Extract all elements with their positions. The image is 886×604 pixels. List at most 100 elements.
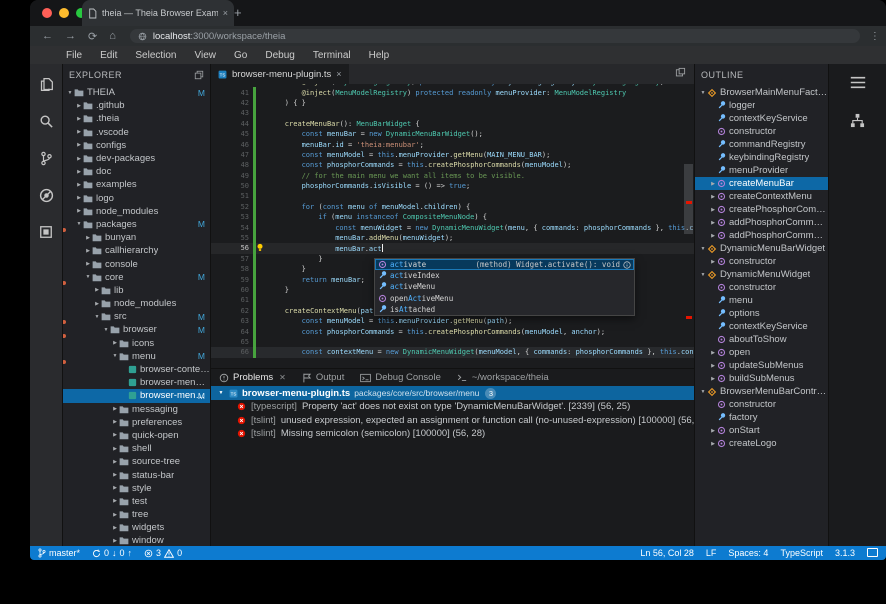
tree-item-console[interactable]: ▶console xyxy=(63,257,210,270)
tree-item-browser-menu-plugin.ts[interactable]: browser-menu-plugin.tsM xyxy=(63,389,210,402)
menu-go[interactable]: Go xyxy=(234,50,247,61)
tree-item-.github[interactable]: ▶.github xyxy=(63,99,210,112)
code-line-48[interactable]: 48const phosphorCommands = this.createPh… xyxy=(211,160,694,170)
menu-terminal[interactable]: Terminal xyxy=(313,50,351,61)
code-editor[interactable]: 40@inject(KeybindingRegistry) protected … xyxy=(211,84,694,368)
outline-item-menu[interactable]: menu xyxy=(695,294,828,307)
outline-item-updatesubmenus[interactable]: ▶updateSubMenus xyxy=(695,359,828,372)
code-line-53[interactable]: 53if (menu instanceof CompositeMenuNode)… xyxy=(211,212,694,222)
home-icon[interactable]: ⌂ xyxy=(109,30,116,42)
code-line-51[interactable]: 51 xyxy=(211,191,694,201)
suggest-item-activate[interactable]: activate(method) Widget.activate(): void xyxy=(375,259,634,270)
outline-item-browsermenubarcontrib-[interactable]: ▼BrowserMenuBarContrib... xyxy=(695,385,828,398)
code-line-56[interactable]: 56menuBar.act xyxy=(211,243,694,253)
outline-item-dynamicmenuwidget[interactable]: ▼DynamicMenuWidget xyxy=(695,268,828,281)
cursor-position[interactable]: Ln 56, Col 28 xyxy=(640,548,694,558)
class-hierarchy-icon[interactable] xyxy=(850,113,865,128)
split-editor-icon[interactable] xyxy=(675,67,686,78)
outline-item-menuprovider[interactable]: menuProvider xyxy=(695,164,828,177)
panel-tab-debug-console[interactable]: Debug Console xyxy=(360,372,441,383)
outline-item-addphosphorcommand[interactable]: ▶addPhosphorCommand xyxy=(695,229,828,242)
outline-item-commandregistry[interactable]: commandRegistry xyxy=(695,138,828,151)
problems-file-group[interactable]: ▼ TS browser-menu-plugin.ts packages/cor… xyxy=(211,386,694,400)
browser-tab[interactable]: theia — Theia Browser Example × xyxy=(82,0,234,26)
tree-item-callhierarchy[interactable]: ▶callhierarchy xyxy=(63,244,210,257)
outline-item-constructor[interactable]: ▶constructor xyxy=(695,255,828,268)
editor-scrollbar[interactable] xyxy=(684,84,693,368)
outline-item-abouttoshow[interactable]: aboutToShow xyxy=(695,333,828,346)
tree-item-browser-context-menu-r...[interactable]: browser-context-menu-r... xyxy=(63,363,210,376)
code-line-47[interactable]: 47const menuModel = this.menuProvider.ge… xyxy=(211,150,694,160)
tree-item-node-modules[interactable]: ▶node_modules xyxy=(63,205,210,218)
code-line-64[interactable]: 64const phosphorCommands = this.createPh… xyxy=(211,326,694,336)
tree-item-examples[interactable]: ▶examples xyxy=(63,178,210,191)
suggest-item-activemenu[interactable]: activeMenu xyxy=(375,281,634,292)
activity-source-control-button[interactable] xyxy=(36,148,56,168)
outline-item-contextkeyservice[interactable]: contextKeyService xyxy=(695,320,828,333)
outline-item-onstart[interactable]: ▶onStart xyxy=(695,424,828,437)
outline-item-createmenubar[interactable]: ▶createMenuBar xyxy=(695,177,828,190)
code-line-50[interactable]: 50phosphorCommands.isVisible = () => tru… xyxy=(211,181,694,191)
tree-item-theia[interactable]: ▼THEIAM xyxy=(63,86,210,99)
tree-item-quick-open[interactable]: ▶quick-open xyxy=(63,429,210,442)
scrollbar-thumb[interactable] xyxy=(684,164,693,234)
tree-item-test[interactable]: ▶test xyxy=(63,495,210,508)
tree-item-core[interactable]: ▼coreM xyxy=(63,271,210,284)
code-line-46[interactable]: 46menuBar.id = 'theia:menubar'; xyxy=(211,139,694,149)
code-line-55[interactable]: 55menuBar.addMenu(menuWidget); xyxy=(211,233,694,243)
outline-item-options[interactable]: options xyxy=(695,307,828,320)
outline-item-keybindingregistry[interactable]: keybindingRegistry xyxy=(695,151,828,164)
outline-item-open[interactable]: ▶open xyxy=(695,346,828,359)
minimize-window-button[interactable] xyxy=(59,8,69,18)
panel-tab-problems[interactable]: Problems✕ xyxy=(219,372,286,383)
outline-item-browsermainmenufactory[interactable]: ▼BrowserMainMenuFactory xyxy=(695,86,828,99)
url-bar[interactable]: localhost:3000/workspace/theia xyxy=(130,29,860,43)
activity-extensions-button[interactable] xyxy=(36,222,56,242)
typescript-version[interactable]: 3.1.3 xyxy=(835,548,855,558)
language-mode[interactable]: TypeScript xyxy=(780,548,823,558)
tree-item-.vscode[interactable]: ▶.vscode xyxy=(63,126,210,139)
back-icon[interactable]: ← xyxy=(42,30,53,42)
expand-arrow-icon[interactable]: ▼ xyxy=(217,390,225,396)
editor-tab[interactable]: TS browser-menu-plugin.ts × xyxy=(211,64,349,84)
panel-tab-output[interactable]: Output xyxy=(302,372,345,383)
code-line-42[interactable]: 42) { } xyxy=(211,98,694,108)
menu-help[interactable]: Help xyxy=(369,50,390,61)
tree-item-lib[interactable]: ▶lib xyxy=(63,284,210,297)
outline-item-createphosphorcomma-[interactable]: ▶createPhosphorComma... xyxy=(695,203,828,216)
outline-item-constructor[interactable]: constructor xyxy=(695,398,828,411)
tree-item-widgets[interactable]: ▶widgets xyxy=(63,521,210,534)
tree-item-node-modules[interactable]: ▶node_modules xyxy=(63,297,210,310)
tree-item-style[interactable]: ▶style xyxy=(63,482,210,495)
outline-item-factory[interactable]: factory xyxy=(695,411,828,424)
indentation-indicator[interactable]: Spaces: 4 xyxy=(728,548,768,558)
git-sync-status[interactable]: 0↓ 0↑ xyxy=(92,548,132,558)
tree-item-dev-packages[interactable]: ▶dev-packages xyxy=(63,152,210,165)
tree-item-logo[interactable]: ▶logo xyxy=(63,192,210,205)
tree-item-bunyan[interactable]: ▶bunyan xyxy=(63,231,210,244)
outline-view-icon[interactable] xyxy=(850,76,866,89)
code-line-63[interactable]: 63const menuModel = this.menuProvider.ge… xyxy=(211,316,694,326)
tree-item-shell[interactable]: ▶shell xyxy=(63,442,210,455)
feedback-icon[interactable] xyxy=(867,548,878,559)
code-line-45[interactable]: 45const menuBar = new DynamicMenuBarWidg… xyxy=(211,129,694,139)
outline-item-logger[interactable]: logger xyxy=(695,99,828,112)
problem-row[interactable]: [tslint]Missing semicolon (semicolon) [1… xyxy=(211,427,694,441)
tree-item-.theia[interactable]: ▶.theia xyxy=(63,112,210,125)
tree-item-messaging[interactable]: ▶messaging xyxy=(63,403,210,416)
outline-item-addphosphorcommands[interactable]: ▶addPhosphorCommands xyxy=(695,216,828,229)
menu-file[interactable]: File xyxy=(66,50,82,61)
tree-item-menu[interactable]: ▼menuM xyxy=(63,350,210,363)
tree-item-source-tree[interactable]: ▶source-tree xyxy=(63,455,210,468)
collapse-folders-icon[interactable] xyxy=(194,70,204,80)
browser-menu-icon[interactable]: ⋮ xyxy=(870,31,880,42)
tree-item-configs[interactable]: ▶configs xyxy=(63,139,210,152)
code-line-49[interactable]: 49// for the main menu we want all items… xyxy=(211,171,694,181)
code-line-44[interactable]: 44createMenuBar(): MenuBarWidget { xyxy=(211,119,694,129)
suggest-item-isattached[interactable]: isAttached xyxy=(375,304,634,315)
menu-selection[interactable]: Selection xyxy=(135,50,176,61)
activity-debug-button[interactable] xyxy=(36,185,56,205)
menu-debug[interactable]: Debug xyxy=(265,50,294,61)
suggest-item-openactivemenu[interactable]: openActiveMenu xyxy=(375,293,634,304)
tree-item-preferences[interactable]: ▶preferences xyxy=(63,416,210,429)
